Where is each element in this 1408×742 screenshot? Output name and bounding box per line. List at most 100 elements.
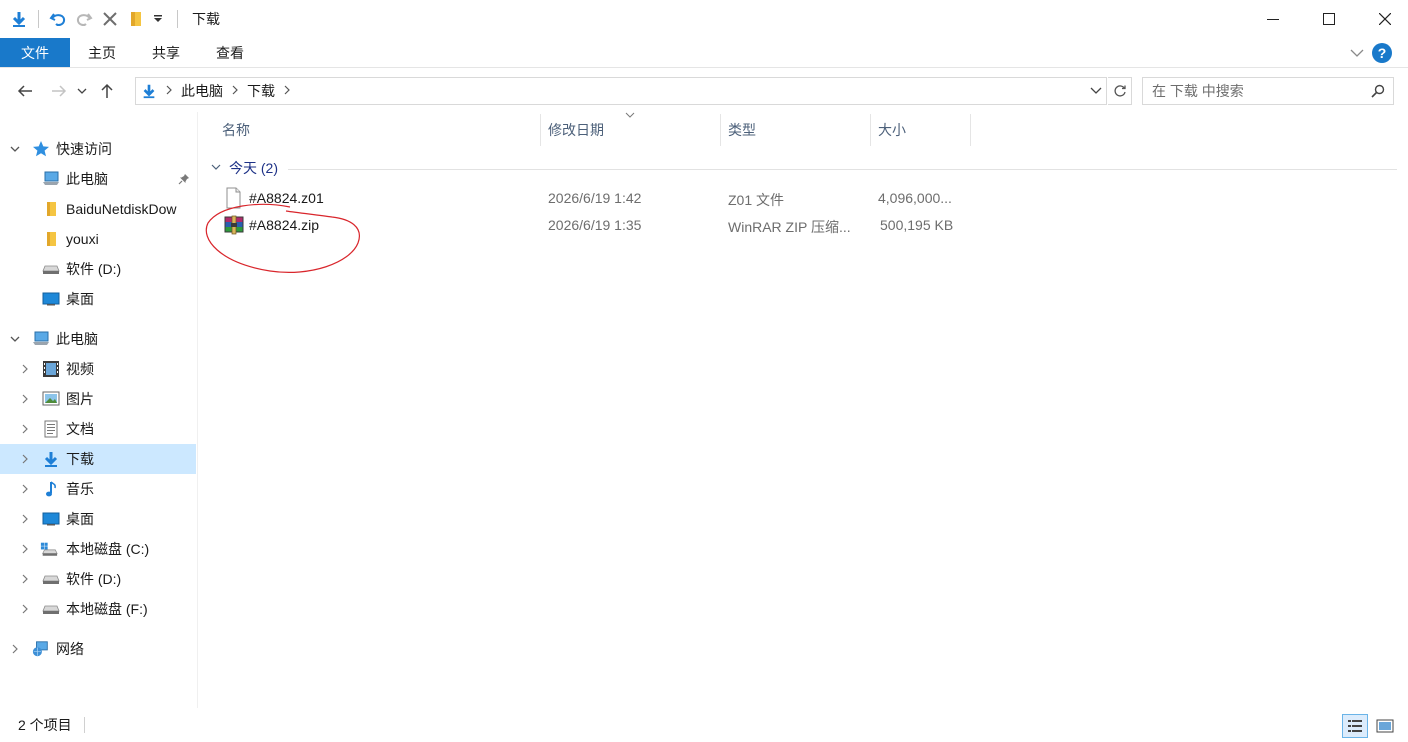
sidebar-item-this-pc[interactable]: 此电脑 bbox=[0, 324, 196, 354]
collapse-chevron-icon[interactable] bbox=[8, 142, 22, 156]
sidebar-item-drive-f[interactable]: 本地磁盘 (F:) bbox=[0, 594, 196, 624]
recent-locations-chevron-icon[interactable] bbox=[74, 76, 90, 106]
refresh-button[interactable] bbox=[1108, 77, 1132, 105]
file-row[interactable]: #A8824.zip 2026/6/19 1:35 WinRAR ZIP 压缩.… bbox=[205, 212, 975, 238]
column-header-type[interactable]: 类型 bbox=[720, 112, 870, 148]
column-divider[interactable] bbox=[970, 114, 971, 146]
sidebar-item-label: 本地磁盘 (F:) bbox=[66, 601, 148, 617]
collapse-chevron-icon[interactable] bbox=[8, 332, 22, 346]
desktop-icon bbox=[42, 290, 60, 308]
tab-view[interactable]: 查看 bbox=[198, 38, 262, 67]
tab-home[interactable]: 主页 bbox=[70, 38, 134, 67]
group-divider bbox=[288, 168, 1397, 170]
expand-chevron-icon[interactable] bbox=[18, 422, 32, 436]
file-date: 2026/6/19 1:35 bbox=[548, 217, 642, 233]
sidebar-item-label: youxi bbox=[66, 231, 99, 247]
sidebar-item-quick-this-pc[interactable]: 此电脑 bbox=[0, 164, 196, 194]
column-header-size[interactable]: 大小 bbox=[870, 112, 970, 148]
address-bar[interactable]: 此电脑 下载 bbox=[135, 77, 1107, 105]
sidebar-item-baidunetdisk[interactable]: BaiduNetdiskDow bbox=[0, 194, 196, 224]
sidebar-item-desktop[interactable]: 桌面 bbox=[0, 504, 196, 534]
sidebar-item-youxi[interactable]: youxi bbox=[0, 224, 196, 254]
sidebar-item-drive-c[interactable]: 本地磁盘 (C:) bbox=[0, 534, 196, 564]
window-title: 下载 bbox=[192, 11, 220, 27]
folder-icon bbox=[42, 230, 60, 248]
sidebar-item-label: 网络 bbox=[56, 641, 84, 657]
breadcrumb-downloads[interactable]: 下载 bbox=[241, 81, 281, 101]
drive-icon bbox=[42, 260, 60, 278]
sidebar-item-videos[interactable]: 视频 bbox=[0, 354, 196, 384]
sidebar-item-label: 桌面 bbox=[66, 511, 94, 527]
sidebar-item-quick-access[interactable]: 快速访问 bbox=[0, 134, 196, 164]
expand-chevron-icon[interactable] bbox=[18, 452, 32, 466]
details-view-icon[interactable] bbox=[1342, 714, 1368, 738]
file-size: 4,096,000... bbox=[878, 190, 952, 206]
help-button[interactable]: ? bbox=[1372, 42, 1392, 63]
pin-icon[interactable] bbox=[178, 172, 190, 188]
redo-icon[interactable] bbox=[73, 8, 95, 30]
address-history-chevron-icon[interactable] bbox=[1088, 82, 1104, 100]
drive-icon bbox=[42, 570, 60, 588]
documents-icon bbox=[42, 420, 60, 438]
up-button[interactable] bbox=[92, 76, 122, 106]
expand-chevron-icon[interactable] bbox=[18, 512, 32, 526]
file-size: 500,195 KB bbox=[880, 217, 954, 233]
tab-file[interactable]: 文件 bbox=[0, 38, 70, 67]
column-header-name[interactable]: 名称 bbox=[214, 112, 540, 148]
file-row[interactable]: #A8824.z01 2026/6/19 1:42 Z01 文件 4,096,0… bbox=[205, 185, 975, 211]
sidebar-item-label: 文档 bbox=[66, 421, 94, 437]
sidebar-item-downloads[interactable]: 下载 bbox=[0, 444, 196, 474]
sidebar-item-network[interactable]: 网络 bbox=[0, 634, 196, 664]
downloads-icon[interactable] bbox=[8, 8, 30, 30]
expand-chevron-icon[interactable] bbox=[18, 542, 32, 556]
maximize-button[interactable] bbox=[1306, 0, 1352, 38]
breadcrumb-this-pc[interactable]: 此电脑 bbox=[175, 81, 229, 101]
status-divider bbox=[83, 717, 85, 733]
undo-icon[interactable] bbox=[47, 8, 69, 30]
title-bar: 下载 bbox=[0, 0, 1408, 38]
breadcrumb-chevron-icon[interactable] bbox=[229, 84, 241, 98]
expand-chevron-icon[interactable] bbox=[18, 602, 32, 616]
pictures-icon bbox=[42, 390, 60, 408]
search-icon[interactable] bbox=[1371, 84, 1385, 101]
sidebar-item-quick-drive-d[interactable]: 软件 (D:) bbox=[0, 254, 196, 284]
desktop-icon bbox=[42, 510, 60, 528]
search-input[interactable] bbox=[1152, 83, 1362, 99]
expand-ribbon-chevron-icon[interactable] bbox=[1350, 45, 1364, 61]
sidebar-item-label: BaiduNetdiskDow bbox=[66, 201, 177, 217]
minimize-button[interactable] bbox=[1250, 0, 1296, 38]
sidebar-item-label: 本地磁盘 (C:) bbox=[66, 541, 150, 557]
new-folder-icon[interactable] bbox=[125, 8, 147, 30]
expand-chevron-icon[interactable] bbox=[18, 392, 32, 406]
sidebar-item-label: 快速访问 bbox=[56, 141, 112, 157]
close-button[interactable] bbox=[1362, 0, 1408, 38]
group-header-today[interactable]: 今天 (2) bbox=[205, 157, 1397, 179]
back-button[interactable] bbox=[10, 76, 40, 106]
group-collapse-chevron-icon[interactable] bbox=[211, 163, 221, 174]
sidebar-item-label: 图片 bbox=[66, 391, 94, 407]
expand-chevron-icon[interactable] bbox=[18, 572, 32, 586]
sidebar-item-music[interactable]: 音乐 bbox=[0, 474, 196, 504]
column-headers: 名称 修改日期 类型 大小 bbox=[205, 112, 1400, 148]
expand-chevron-icon[interactable] bbox=[18, 482, 32, 496]
search-box[interactable] bbox=[1142, 77, 1394, 105]
sidebar-item-label: 下载 bbox=[66, 451, 94, 467]
customize-toolbar-chevron-icon[interactable] bbox=[151, 8, 165, 30]
network-icon bbox=[32, 640, 50, 658]
expand-chevron-icon[interactable] bbox=[18, 362, 32, 376]
sidebar-item-drive-d[interactable]: 软件 (D:) bbox=[0, 564, 196, 594]
breadcrumb-chevron-icon[interactable] bbox=[281, 84, 293, 98]
forward-button[interactable] bbox=[44, 76, 74, 106]
large-icons-view-icon[interactable] bbox=[1372, 714, 1398, 738]
delete-icon[interactable] bbox=[99, 8, 121, 30]
expand-chevron-icon[interactable] bbox=[8, 642, 22, 656]
tab-share[interactable]: 共享 bbox=[134, 38, 198, 67]
sidebar-item-documents[interactable]: 文档 bbox=[0, 414, 196, 444]
folder-icon bbox=[42, 200, 60, 218]
file-name: #A8824.zip bbox=[249, 217, 320, 233]
sidebar-item-label: 桌面 bbox=[66, 291, 94, 307]
sidebar-item-quick-desktop[interactable]: 桌面 bbox=[0, 284, 196, 314]
breadcrumb-chevron-icon[interactable] bbox=[163, 84, 175, 98]
column-header-date[interactable]: 修改日期 bbox=[540, 112, 720, 148]
sidebar-item-pictures[interactable]: 图片 bbox=[0, 384, 196, 414]
